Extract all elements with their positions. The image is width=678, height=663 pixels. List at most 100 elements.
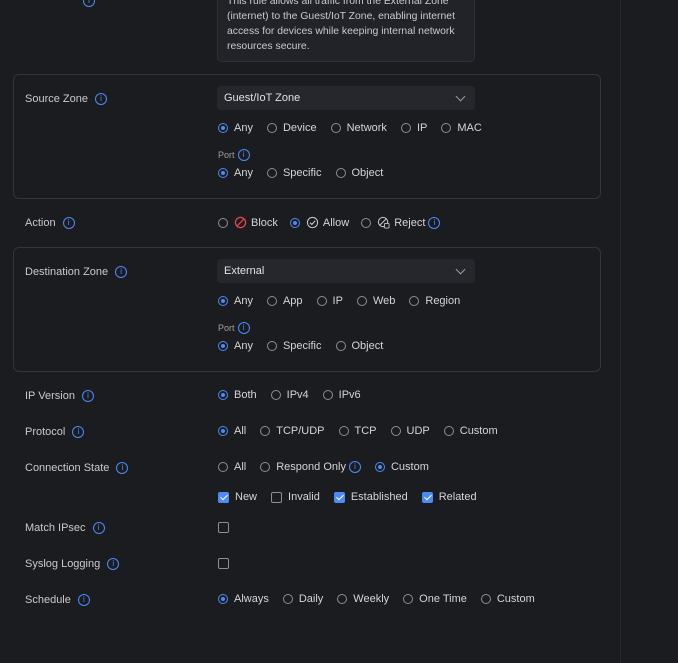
info-icon[interactable]: i bbox=[107, 558, 120, 570]
radio-button[interactable] bbox=[218, 390, 228, 400]
schedule-custom[interactable]: Custom bbox=[480, 593, 535, 605]
info-icon[interactable]: i bbox=[237, 149, 250, 161]
info-icon[interactable]: i bbox=[81, 390, 94, 402]
checkbox[interactable] bbox=[218, 491, 229, 503]
destination-zone-label: Destination Zone i bbox=[25, 266, 128, 278]
radio-button[interactable] bbox=[289, 217, 300, 228]
protocol-custom[interactable]: Custom bbox=[443, 425, 498, 437]
source-match-network[interactable]: Network bbox=[330, 122, 387, 134]
info-icon[interactable]: i bbox=[348, 461, 361, 473]
radio-button[interactable] bbox=[337, 594, 348, 604]
radio-button[interactable] bbox=[335, 341, 346, 351]
radio-button[interactable] bbox=[218, 123, 228, 133]
info-icon[interactable]: i bbox=[116, 462, 129, 474]
radio-button[interactable] bbox=[218, 594, 228, 604]
info-icon[interactable]: i bbox=[428, 216, 441, 229]
info-icon[interactable]: i bbox=[77, 594, 90, 606]
destination-port-object[interactable]: Object bbox=[335, 340, 383, 352]
description-textbox[interactable]: This rule allows all traffic from the Ex… bbox=[217, 0, 475, 62]
destination-match-app[interactable]: App bbox=[266, 295, 303, 307]
ip-version-ipv6[interactable]: IPv6 bbox=[322, 389, 361, 401]
radio-button[interactable] bbox=[330, 123, 341, 133]
radio-button[interactable] bbox=[361, 217, 372, 228]
state-new[interactable]: New bbox=[218, 491, 257, 503]
destination-match-region[interactable]: Region bbox=[409, 295, 460, 307]
checkbox[interactable] bbox=[421, 491, 433, 503]
ip-version-both[interactable]: Both bbox=[218, 389, 257, 401]
description-line: access for devices while keeping interna… bbox=[227, 26, 455, 37]
radio-button[interactable] bbox=[282, 594, 293, 604]
state-related[interactable]: Related bbox=[421, 491, 477, 503]
connection-state-custom[interactable]: Custom bbox=[374, 461, 429, 473]
radio-button[interactable] bbox=[218, 426, 228, 436]
radio-button[interactable] bbox=[218, 168, 228, 178]
checkbox[interactable] bbox=[333, 491, 345, 503]
radio-button[interactable] bbox=[403, 594, 414, 604]
protocol-all[interactable]: All bbox=[218, 425, 246, 437]
info-icon[interactable]: i bbox=[94, 93, 107, 105]
radio-button[interactable] bbox=[266, 123, 277, 133]
info-icon[interactable]: i bbox=[237, 322, 250, 334]
action-allow[interactable]: Allow bbox=[289, 216, 349, 229]
radio-button[interactable] bbox=[218, 217, 228, 228]
protocol-tcp[interactable]: TCP bbox=[338, 425, 377, 437]
destination-port-any[interactable]: Any bbox=[218, 340, 253, 352]
radio-button[interactable] bbox=[266, 168, 277, 178]
radio-button[interactable] bbox=[335, 168, 346, 178]
source-port-any[interactable]: Any bbox=[218, 167, 253, 179]
radio-button[interactable] bbox=[260, 426, 271, 436]
radio-button[interactable] bbox=[338, 426, 349, 436]
radio-button[interactable] bbox=[270, 390, 281, 400]
destination-match-web[interactable]: Web bbox=[356, 295, 395, 307]
radio-button[interactable] bbox=[400, 123, 411, 133]
source-match-mac[interactable]: MAC bbox=[441, 122, 482, 134]
info-icon[interactable]: i bbox=[115, 266, 128, 278]
info-icon[interactable]: i bbox=[92, 522, 105, 534]
radio-button[interactable] bbox=[218, 296, 228, 306]
radio-button[interactable] bbox=[322, 390, 333, 400]
source-port-specific[interactable]: Specific bbox=[266, 167, 322, 179]
action-block[interactable]: Block bbox=[218, 216, 278, 229]
source-match-ip[interactable]: IP bbox=[400, 122, 427, 134]
radio-button[interactable] bbox=[356, 296, 367, 306]
match-ipsec-checkbox[interactable] bbox=[218, 522, 229, 533]
ip-version-ipv4[interactable]: IPv4 bbox=[270, 389, 309, 401]
source-match-device[interactable]: Device bbox=[266, 122, 317, 134]
info-icon[interactable]: i bbox=[83, 0, 95, 7]
protocol-udp[interactable]: UDP bbox=[390, 425, 430, 437]
destination-zone-select[interactable]: External bbox=[217, 259, 475, 283]
radio-button[interactable] bbox=[443, 426, 454, 436]
schedule-weekly[interactable]: Weekly bbox=[337, 593, 389, 605]
schedule-daily[interactable]: Daily bbox=[282, 593, 323, 605]
protocol-tcp-udp[interactable]: TCP/UDP bbox=[260, 425, 325, 437]
radio-button[interactable] bbox=[316, 296, 327, 306]
schedule-always[interactable]: Always bbox=[218, 593, 269, 605]
destination-port-specific[interactable]: Specific bbox=[266, 340, 322, 352]
state-invalid[interactable]: Invalid bbox=[271, 491, 320, 503]
destination-zone-label-text: Destination Zone bbox=[25, 266, 109, 278]
info-icon[interactable]: i bbox=[72, 426, 85, 438]
source-zone-select[interactable]: Guest/IoT Zone bbox=[217, 86, 475, 110]
source-match-any[interactable]: Any bbox=[218, 122, 253, 134]
radio-button[interactable] bbox=[266, 341, 277, 351]
source-port-object[interactable]: Object bbox=[335, 167, 383, 179]
checkbox[interactable] bbox=[271, 491, 283, 503]
radio-button[interactable] bbox=[266, 296, 277, 306]
syslog-logging-checkbox[interactable] bbox=[218, 558, 229, 569]
radio-button[interactable] bbox=[390, 426, 401, 436]
destination-match-any[interactable]: Any bbox=[218, 295, 253, 307]
radio-button[interactable] bbox=[260, 462, 271, 472]
radio-button[interactable] bbox=[441, 123, 452, 133]
destination-match-ip[interactable]: IP bbox=[316, 295, 343, 307]
radio-button[interactable] bbox=[480, 594, 491, 604]
radio-button[interactable] bbox=[374, 462, 385, 472]
schedule-one-time[interactable]: One Time bbox=[403, 593, 467, 605]
radio-button[interactable] bbox=[218, 462, 228, 472]
connection-state-respond-only[interactable]: Respond Only i bbox=[260, 461, 361, 473]
connection-state-all[interactable]: All bbox=[218, 461, 246, 473]
radio-button[interactable] bbox=[218, 341, 228, 351]
action-reject[interactable]: Reject i bbox=[361, 216, 441, 229]
state-established[interactable]: Established bbox=[333, 491, 408, 503]
info-icon[interactable]: i bbox=[62, 217, 75, 229]
radio-button[interactable] bbox=[409, 296, 420, 306]
